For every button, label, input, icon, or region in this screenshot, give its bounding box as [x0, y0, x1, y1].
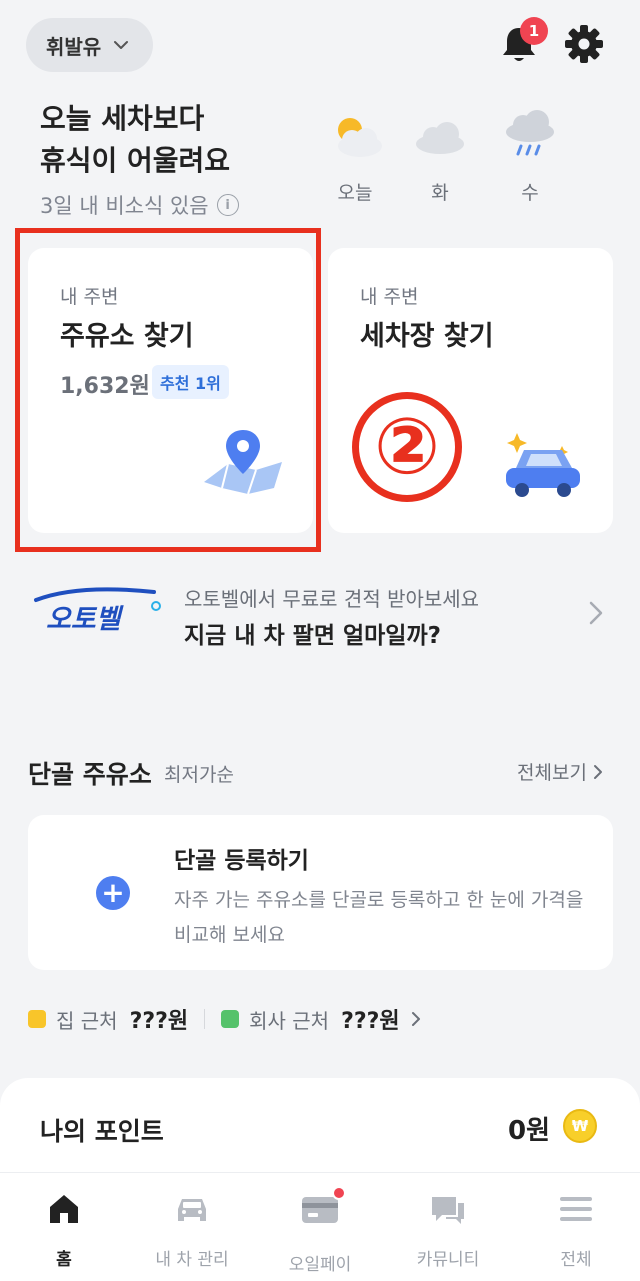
promo-title[interactable]: 지금 내 차 팔면 얼마일까? — [184, 616, 441, 650]
coin-icon: ₩ — [563, 1109, 597, 1143]
car-icon — [178, 1199, 206, 1221]
gear-icon[interactable] — [562, 22, 606, 66]
nav-all[interactable]: 전체 — [512, 1173, 640, 1281]
car-wash-card[interactable]: 내 주변 세차장 찾기 — [328, 248, 613, 533]
notification-badge: 1 — [520, 17, 548, 45]
nav-my-car[interactable]: 내 차 관리 — [128, 1173, 256, 1281]
register-description: 자주 가는 주유소를 단골로 등록하고 한 눈에 가격을 비교해 보세요 — [174, 889, 584, 946]
chevron-right-icon — [593, 764, 602, 779]
menu-icon — [560, 1197, 592, 1221]
see-all-link[interactable]: 전체보기 — [517, 758, 605, 785]
nearby-price-row[interactable]: 집 근처 ???원 회사 근처 ???원 — [28, 1003, 422, 1035]
nav-oilpay[interactable]: 오일페이 — [256, 1173, 384, 1281]
sort-label: 최저가순 — [164, 764, 234, 786]
regular-station-title: 단골 주유소 — [28, 760, 152, 789]
home-near-label: 집 근처 — [56, 1008, 118, 1033]
register-title: 단골 등록하기 — [174, 848, 309, 874]
nav-home[interactable]: 홈 — [0, 1173, 128, 1281]
card-caption: 내 주변 — [360, 286, 419, 308]
car-sparkle-icon — [506, 433, 580, 497]
fuel-type-selector[interactable]: 휘발유 — [26, 18, 154, 72]
chevron-right-icon[interactable] — [585, 598, 607, 628]
rain-icon — [506, 110, 554, 156]
weather-day-today: 오늘 — [320, 110, 390, 205]
weather-day-wed: 수 — [495, 110, 565, 205]
promo-subtitle: 오토벨에서 무료로 견적 받아보세요 — [184, 587, 480, 611]
divider — [204, 1009, 206, 1029]
points-value: 0원 — [508, 1116, 551, 1146]
home-near-value: ???원 — [129, 1009, 189, 1034]
oilpay-icon-wrap — [300, 1186, 346, 1250]
card-title: 세차장 찾기 — [360, 321, 494, 352]
info-icon[interactable]: i — [216, 194, 239, 216]
autobell-logo: 오토벨 — [34, 587, 161, 635]
work-near-value: ???원 — [341, 1009, 400, 1034]
briefcase-icon — [221, 1010, 240, 1028]
sun-cloud-icon — [338, 118, 382, 157]
plus-icon: + — [96, 876, 130, 910]
work-near-label: 회사 근처 — [249, 1008, 330, 1033]
chevron-right-icon — [411, 1012, 420, 1026]
points-title: 나의 포인트 — [40, 1117, 164, 1146]
annotation-number: ② — [352, 392, 462, 502]
chat-icon — [432, 1197, 464, 1224]
cloud-icon — [416, 122, 464, 154]
home-icon — [50, 1195, 78, 1223]
weather-day-tue: 화 — [405, 110, 475, 205]
new-dot — [332, 1186, 346, 1200]
chevron-down-icon — [114, 41, 129, 49]
fuel-type-label: 휘발유 — [46, 34, 102, 59]
rain-forecast-text: 3일 내 비소식 있음 i — [40, 190, 239, 220]
home-icon — [28, 1010, 46, 1028]
bottom-nav: 홈 내 차 관리 오일페이 카뮤니티 전체 — [0, 1172, 640, 1281]
nav-community[interactable]: 카뮤니티 — [384, 1173, 512, 1281]
svg-text:오토벨: 오토벨 — [46, 604, 125, 635]
weather-headline: 오늘 세차보다 휴식이 어울려요 — [40, 102, 231, 177]
annotation-highlight — [15, 228, 321, 552]
register-regular-card[interactable]: + 단골 등록하기 자주 가는 주유소를 단골로 등록하고 한 눈에 가격을 비… — [28, 815, 613, 970]
